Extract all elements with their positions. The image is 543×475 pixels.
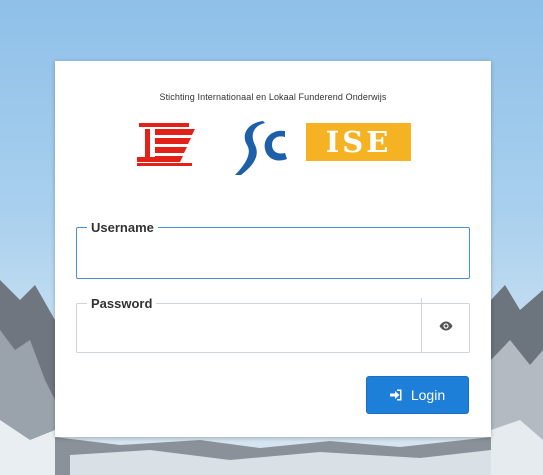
password-input[interactable]	[85, 317, 419, 345]
show-password-button[interactable]	[421, 298, 469, 353]
sc-logo-icon	[235, 121, 287, 175]
username-fieldset: Username	[76, 220, 470, 279]
password-fieldset: Password	[76, 296, 470, 353]
username-label: Username	[91, 220, 154, 235]
password-label: Password	[91, 296, 153, 311]
ise-logo-icon: ISE	[306, 123, 411, 161]
eye-icon	[439, 321, 452, 330]
silfo-logo-icon	[137, 123, 195, 166]
login-card: Stichting Internationaal en Lokaal Funde…	[55, 61, 491, 437]
sign-in-icon	[389, 389, 402, 401]
username-input[interactable]	[85, 241, 461, 269]
login-button[interactable]: Login	[366, 376, 469, 414]
organization-name: Stichting Internationaal en Lokaal Funde…	[159, 92, 387, 102]
login-label: Login	[410, 387, 446, 403]
